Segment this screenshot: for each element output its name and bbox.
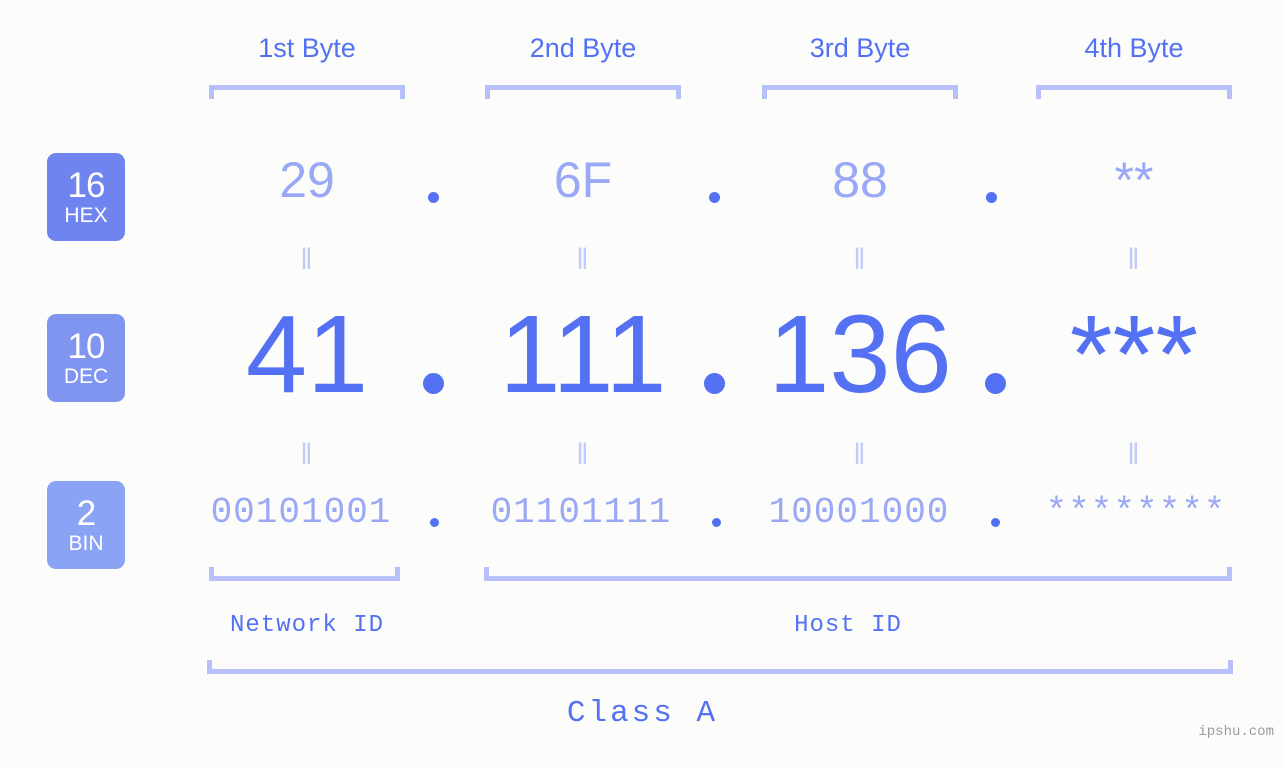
base-badge-bin: 2 BIN: [47, 481, 125, 569]
equals-mark-dec-bin-1: ‖: [300, 438, 314, 471]
dec-value-byte-3: 136: [768, 293, 952, 416]
byte-header-1: 1st Byte: [258, 33, 356, 63]
dec-value-byte-4: ***: [1069, 293, 1199, 416]
equals-mark-dec-bin-2: ‖: [576, 438, 590, 471]
equals-mark-hex-dec-4: ‖: [1127, 243, 1141, 276]
byte-bracket-top-2: [485, 85, 681, 99]
hex-separator-dot-1: [428, 192, 439, 203]
host-id-label: Host ID: [794, 612, 902, 639]
dec-value-byte-2: 111: [499, 293, 667, 416]
bin-separator-dot-3: [991, 518, 1000, 527]
bin-value-byte-4: ********: [1045, 492, 1227, 533]
base-badge-hex: 16 HEX: [47, 153, 125, 241]
base-badge-hex-abbr: HEX: [64, 204, 108, 227]
byte-header-4: 4th Byte: [1084, 33, 1184, 63]
hex-separator-dot-2: [709, 192, 720, 203]
byte-bracket-top-4: [1036, 85, 1232, 99]
network-id-bracket: [209, 567, 400, 581]
hex-value-byte-4: **: [1114, 152, 1154, 208]
base-badge-dec-number: 10: [67, 327, 106, 366]
bin-separator-dot-2: [712, 518, 721, 527]
hex-value-byte-1: 29: [279, 152, 335, 208]
hex-value-byte-3: 88: [832, 152, 888, 208]
base-badge-bin-abbr: BIN: [68, 532, 104, 555]
byte-header-2: 2nd Byte: [529, 33, 637, 63]
dec-value-byte-1: 41: [245, 293, 369, 416]
equals-mark-hex-dec-2: ‖: [576, 243, 590, 276]
base-badge-hex-number: 16: [67, 166, 106, 205]
equals-mark-hex-dec-1: ‖: [300, 243, 314, 276]
equals-mark-dec-bin-3: ‖: [853, 438, 867, 471]
class-label: Class A: [566, 696, 719, 731]
base-badge-dec: 10 DEC: [47, 314, 125, 402]
dec-separator-dot-2: [704, 373, 725, 394]
byte-header-3: 3rd Byte: [809, 33, 911, 63]
base-badge-dec-abbr: DEC: [63, 365, 109, 388]
hex-separator-dot-3: [986, 192, 997, 203]
host-id-bracket: [484, 567, 1232, 581]
byte-bracket-top-1: [209, 85, 405, 99]
site-watermark: ipshu.com: [1198, 724, 1274, 740]
bin-value-byte-2: 01101111: [490, 492, 672, 533]
equals-mark-hex-dec-3: ‖: [853, 243, 867, 276]
bin-value-byte-1: 00101001: [210, 492, 392, 533]
hex-value-byte-2: 6F: [553, 152, 613, 208]
dec-separator-dot-1: [423, 373, 444, 394]
bin-value-byte-3: 10001000: [768, 492, 950, 533]
network-id-label: Network ID: [229, 612, 385, 639]
class-bracket: [207, 660, 1233, 674]
equals-mark-dec-bin-4: ‖: [1127, 438, 1141, 471]
ip-breakdown-diagram: 1st Byte 2nd Byte 3rd Byte 4th Byte 16 H…: [0, 0, 1285, 767]
base-badge-bin-number: 2: [76, 494, 96, 533]
byte-bracket-top-3: [762, 85, 958, 99]
dec-separator-dot-3: [985, 373, 1006, 394]
bin-separator-dot-1: [430, 518, 439, 527]
